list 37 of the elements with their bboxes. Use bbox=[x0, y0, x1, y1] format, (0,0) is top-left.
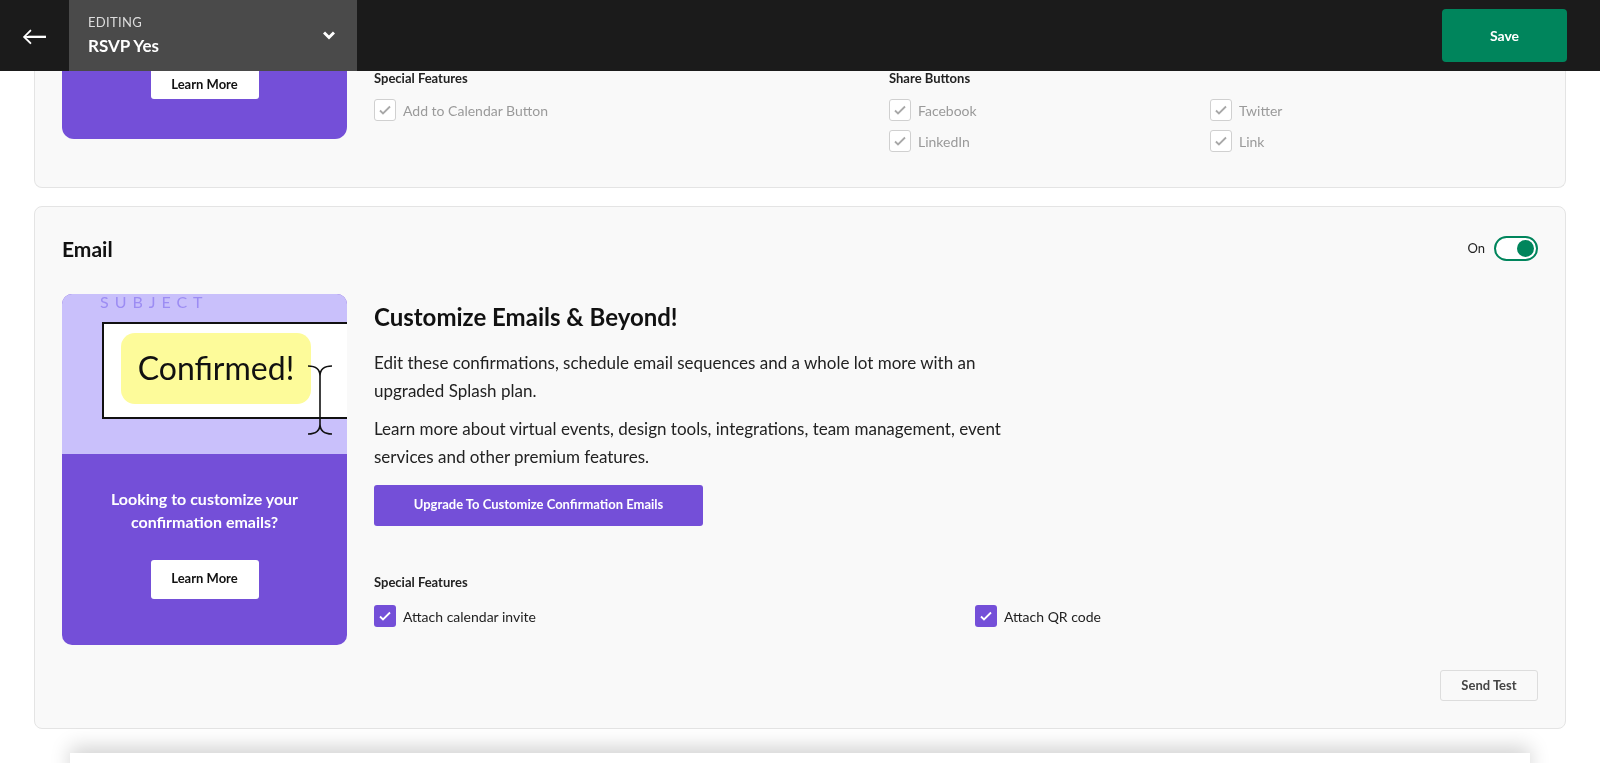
toggle-label: On bbox=[1467, 239, 1485, 258]
description-text: Edit these confirmations, schedule email sequences and a whole lot more with an upgraded Splash plan. bbox=[374, 350, 977, 403]
save-button[interactable]: Save bbox=[1442, 9, 1567, 62]
learn-more-button[interactable]: Learn More bbox=[150, 559, 259, 599]
section-heading: Special Features bbox=[374, 572, 469, 592]
checkbox[interactable] bbox=[374, 605, 396, 627]
checkbox[interactable] bbox=[975, 605, 997, 627]
checkbox-label: Attach QR code bbox=[1004, 606, 1101, 627]
promo-heading: Customize Emails & Beyond! bbox=[374, 300, 679, 333]
checkmark-icon bbox=[378, 609, 392, 623]
checkmark-icon bbox=[893, 103, 907, 117]
section-heading: Special Features bbox=[374, 71, 469, 85]
checkmark-icon bbox=[1214, 134, 1228, 148]
checkmark-icon bbox=[378, 103, 392, 117]
sample-subject: Confirmed! bbox=[121, 332, 311, 404]
checkbox-label: Facebook bbox=[918, 100, 977, 121]
checkbox-label: Twitter bbox=[1239, 100, 1283, 121]
checkbox-label: Link bbox=[1239, 131, 1265, 152]
checkmark-icon bbox=[979, 609, 993, 623]
promo-text: Looking to customize your confirmation emails? bbox=[109, 487, 300, 533]
checkmark-icon bbox=[1214, 103, 1228, 117]
page-selector[interactable]: EDITING RSVP Yes bbox=[69, 0, 357, 71]
back-button[interactable]: ← bbox=[0, 0, 69, 71]
upgrade-button[interactable]: Upgrade To Customize Confirmation Emails bbox=[374, 484, 703, 526]
checkbox-label: Attach calendar invite bbox=[403, 606, 536, 627]
checkbox-label: LinkedIn bbox=[918, 131, 970, 152]
description-text: Learn more about virtual events, design tools, integrations, team management, event services and other premium features. bbox=[374, 416, 1002, 469]
section-heading: Share Buttons bbox=[889, 71, 972, 85]
chevron-down-icon bbox=[323, 31, 335, 40]
checkmark-icon bbox=[893, 134, 907, 148]
card-title: Email bbox=[62, 235, 113, 263]
learn-more-button[interactable]: Learn More bbox=[150, 71, 259, 99]
send-test-button[interactable]: Send Test bbox=[1440, 670, 1538, 701]
toggle-switch[interactable] bbox=[1494, 236, 1538, 262]
checkbox-label: Add to Calendar Button bbox=[403, 100, 549, 121]
selector-eyebrow: EDITING bbox=[88, 13, 144, 32]
selector-title: RSVP Yes bbox=[88, 33, 159, 58]
